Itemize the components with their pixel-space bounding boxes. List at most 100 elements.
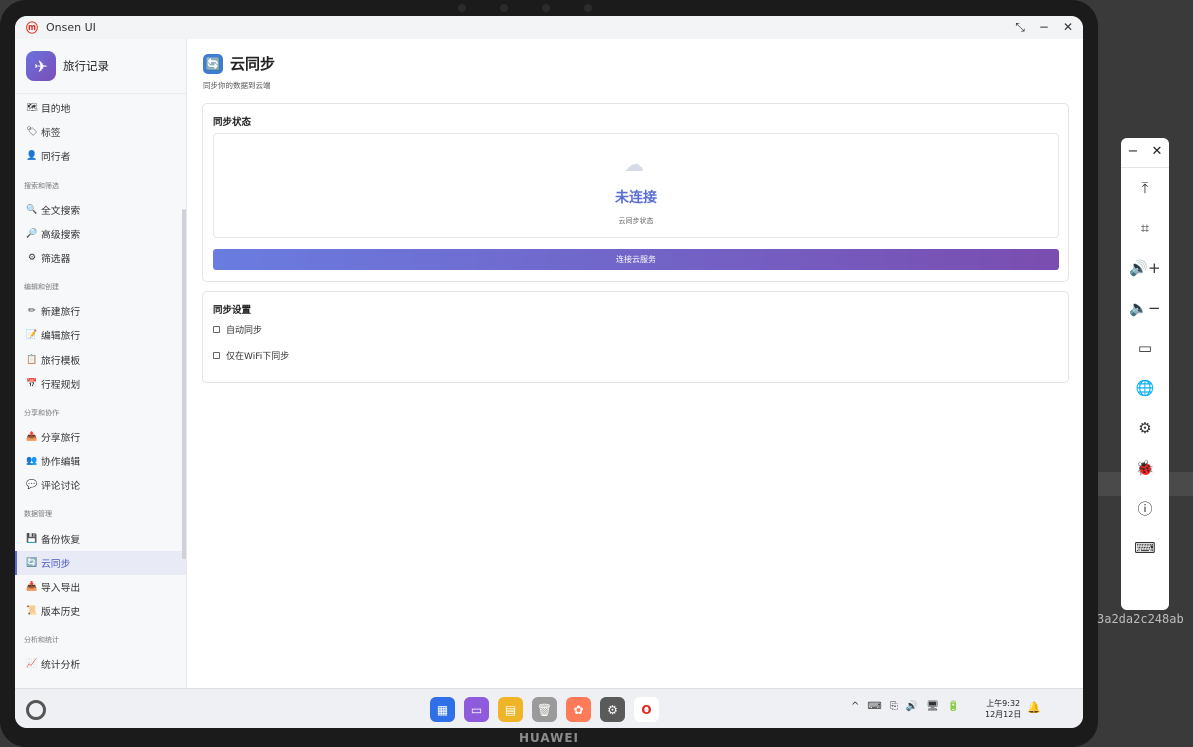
restore-icon[interactable]: ⤡	[1015, 20, 1025, 35]
wifi-only-checkbox[interactable]	[213, 352, 220, 359]
sidebar-item[interactable]: 📝 编辑旅行	[15, 323, 186, 347]
floating-toolbar-items: ⤒ ⌗ 🔊+ 🔈− ▭ 🌐 ⚙ 🐞 ⓘ ⌨	[1121, 168, 1169, 568]
system-tray: ^ ⌨ ⎘ 🔊 🖥 🔋	[851, 701, 959, 712]
status-caption: 云同步状态	[618, 217, 654, 225]
window-title: Onsen UI	[46, 21, 96, 34]
window-controls: ⤡ − ✕	[1015, 20, 1073, 35]
sidebar-item[interactable]: 💾 备份恢复	[15, 526, 186, 550]
sidebar-item-label: 分享旅行	[41, 432, 81, 444]
trash-icon[interactable]: 🗑	[532, 697, 557, 722]
tray-icon[interactable]: 🔋	[947, 701, 959, 712]
floating-toolbar-header: − ✕	[1121, 138, 1169, 168]
sync-settings-heading: 同步设置	[213, 305, 252, 316]
app-launcher-icon[interactable]: ▦	[430, 697, 455, 722]
sidebar-item[interactable]: 📥 导入导出	[15, 575, 186, 599]
toolbar-tool-icon[interactable]: ⤒	[1121, 168, 1169, 208]
clock-date: 12月12日	[985, 710, 1022, 719]
page-title: 🔄 云同步	[203, 53, 275, 74]
sidebar-scrollbar[interactable]	[182, 209, 186, 559]
connect-cloud-button[interactable]: 连接云服务	[213, 249, 1059, 270]
sidebar-item[interactable]: 🔍 全文搜索	[15, 198, 186, 222]
toolbar-minimize-icon[interactable]: −	[1128, 144, 1139, 167]
close-icon[interactable]: ✕	[1063, 20, 1073, 35]
connection-status: 未连接	[615, 190, 657, 206]
minimize-icon[interactable]: −	[1039, 20, 1049, 35]
sidebar-item[interactable]: 🗺 目的地	[15, 96, 186, 120]
toolbar-tool-icon[interactable]: ⌗	[1121, 208, 1169, 248]
sidebar-item-label: 编辑旅行	[41, 331, 81, 343]
toolbar-tool-icon[interactable]: 🌐	[1121, 368, 1169, 408]
tray-icon[interactable]: 🖥	[926, 701, 939, 712]
sidebar-item-label: 备份恢复	[41, 534, 81, 546]
wifi-only-label: 仅在WiFi下同步	[226, 352, 290, 362]
toolbar-tool-icon[interactable]: ⚙	[1121, 408, 1169, 448]
app-title: 旅行记录	[63, 59, 109, 73]
settings-icon[interactable]: ⚙	[600, 697, 625, 722]
tray-icon[interactable]: 🔊	[906, 701, 918, 712]
sidebar-item[interactable]: 📅 行程规划	[15, 372, 186, 396]
sidebar-section-label: 搜索和筛选	[24, 181, 59, 190]
notification-bell-icon[interactable]: 🔔	[1027, 701, 1041, 714]
sidebar-item[interactable]: 💬 评论讨论	[15, 473, 186, 497]
toolbar-tool-icon[interactable]: 🔈−	[1121, 288, 1169, 328]
sidebar-section-label: 数据管理	[24, 510, 52, 519]
sidebar-item-label: 标签	[41, 128, 61, 140]
sidebar-item[interactable]: 📈 统计分析	[15, 652, 186, 676]
sidebar-item-label: 高级搜索	[41, 229, 81, 241]
sidebar: ✈ 旅行记录 🗺 目的地 🏷 标签 👤 同行者 搜索和筛选 🔍 全文搜索 🔎 高级搜索 ⚙ 筛选器 编辑和…	[15, 39, 187, 688]
sidebar-item[interactable]: 🔄 云同步	[15, 550, 186, 575]
main-content: 🔄 云同步 同步你的数据到云端 同步状态 ☁ 未连接 云同步状态 连接云服务 同…	[188, 39, 1083, 688]
onsen-logo-icon: ⓜ	[26, 20, 39, 35]
sidebar-item-label: 旅行模板	[41, 355, 81, 367]
sidebar-item-icon: 📝	[26, 330, 38, 341]
sidebar-item-label: 筛选器	[41, 254, 71, 266]
tray-icon[interactable]: ⌨	[867, 701, 881, 712]
device-brand: HUAWEI	[518, 731, 580, 745]
sidebar-nav: 🗺 目的地 🏷 标签 👤 同行者 搜索和筛选 🔍 全文搜索 🔎 高级搜索 ⚙ 筛选器 编辑和创建 ✏ 新建旅行…	[15, 94, 186, 676]
auto-sync-option[interactable]: 自动同步	[213, 323, 262, 336]
gallery-icon[interactable]: ✿	[566, 697, 591, 722]
sidebar-item[interactable]: 📤 分享旅行	[15, 425, 186, 449]
sync-status-heading: 同步状态	[213, 117, 252, 128]
auto-sync-label: 自动同步	[226, 326, 263, 336]
toolbar-tool-icon[interactable]: ▭	[1121, 328, 1169, 368]
sidebar-item-label: 目的地	[41, 104, 71, 116]
sidebar-item-icon: ⚙	[27, 253, 37, 264]
status-panel: ☁ 未连接 云同步状态	[213, 133, 1059, 238]
sidebar-item-label: 全文搜索	[41, 205, 81, 217]
notes-icon[interactable]: ▤	[498, 697, 523, 722]
sidebar-item[interactable]: 👤 同行者	[15, 144, 186, 168]
sidebar-item-icon: 🔎	[26, 228, 38, 239]
wifi-only-option[interactable]: 仅在WiFi下同步	[213, 349, 289, 362]
window-titlebar: ⓜ Onsen UI ⤡ − ✕	[15, 16, 1083, 39]
sidebar-item[interactable]: ✏ 新建旅行	[15, 299, 186, 323]
toolbar-close-icon[interactable]: ✕	[1152, 144, 1163, 167]
multi-window-icon[interactable]: ▭	[464, 697, 489, 722]
tray-icon[interactable]: ⎘	[890, 701, 898, 712]
sidebar-item[interactable]: ⚙ 筛选器	[15, 246, 186, 270]
sidebar-item-label: 云同步	[41, 558, 71, 570]
sidebar-item-icon: 💾	[26, 533, 38, 544]
sidebar-item-icon: 📅	[26, 378, 38, 389]
sidebar-item[interactable]: 🏷 标签	[15, 120, 186, 144]
taskbar: ▦ ▭ ▤ 🗑 ✿ ⚙ O ^ ⌨ ⎘ 🔊 🖥 🔋 上午9:32 12月12日 🔔	[15, 688, 1083, 728]
auto-sync-checkbox[interactable]	[213, 326, 220, 333]
screen: ⓜ Onsen UI ⤡ − ✕ ✈ 旅行记录 🗺 目的地 🏷 标签 👤 同行者 搜索和筛选…	[15, 16, 1083, 728]
sidebar-item-icon: 📤	[26, 431, 38, 442]
start-button[interactable]	[26, 700, 46, 720]
device-bezel: HUAWEI ⓜ Onsen UI ⤡ − ✕ ✈ 旅行记录 🗺 目的地 🏷 标签 👤 同…	[0, 0, 1098, 747]
sidebar-item[interactable]: 🔎 高级搜索	[15, 222, 186, 246]
sidebar-item-label: 版本历史	[41, 607, 81, 619]
tray-icon[interactable]: ^	[851, 701, 859, 712]
dock: ▦ ▭ ▤ 🗑 ✿ ⚙ O	[430, 697, 659, 722]
toolbar-tool-icon[interactable]: ⌨	[1121, 528, 1169, 568]
clock[interactable]: 上午9:32 12月12日	[985, 698, 1021, 720]
toolbar-tool-icon[interactable]: 🔊+	[1121, 248, 1169, 288]
toolbar-tool-icon[interactable]: 🐞	[1121, 448, 1169, 488]
sidebar-section-label: 分析和统计	[24, 636, 59, 645]
onsen-app-icon[interactable]: O	[634, 697, 659, 722]
toolbar-tool-icon[interactable]: ⓘ	[1121, 488, 1169, 528]
sidebar-item[interactable]: 📋 旅行模板	[15, 348, 186, 372]
sidebar-item[interactable]: 📜 版本历史	[15, 599, 186, 623]
sidebar-item[interactable]: 👥 协作编辑	[15, 449, 186, 473]
